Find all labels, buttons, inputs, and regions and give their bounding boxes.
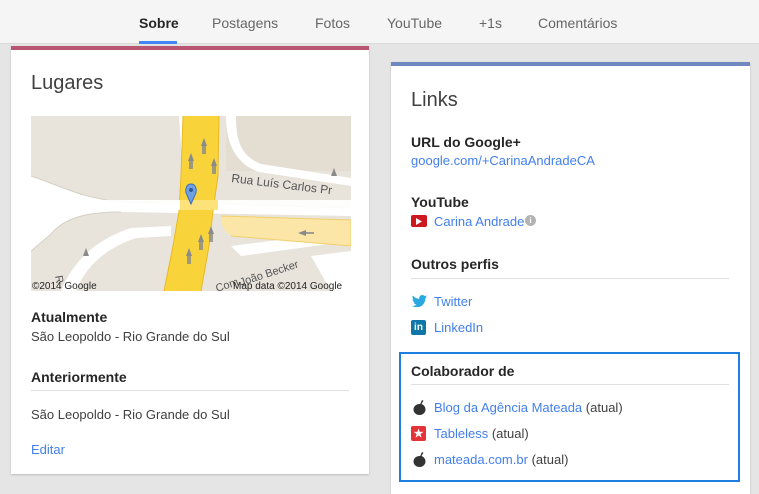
tab-comentarios[interactable]: Comentários (538, 15, 617, 31)
map-copyright: ©2014 Google (32, 281, 97, 291)
linkedin-icon: in (411, 320, 426, 335)
other-profiles-label: Outros perfis (411, 256, 499, 272)
profile-tab-bar: Sobre Postagens Fotos YouTube +1s Coment… (0, 0, 759, 44)
places-title: Lugares (31, 72, 104, 94)
youtube-icon (411, 215, 427, 227)
tab-sobre[interactable]: Sobre (139, 15, 179, 31)
map-data-credit: Map data ©2014 Google (233, 281, 343, 291)
edit-places-link[interactable]: Editar (31, 442, 65, 457)
current-place-label: Atualmente (31, 309, 108, 325)
tab-postagens[interactable]: Postagens (212, 15, 278, 31)
tab-youtube[interactable]: YouTube (387, 15, 442, 31)
google-plus-url-link[interactable]: google.com/+CarinaAndradeCA (411, 153, 595, 168)
previous-place-value: São Leopoldo - Rio Grande do Sul (31, 407, 230, 422)
places-card-accent-bar (11, 46, 369, 50)
links-title: Links (411, 89, 458, 111)
places-card: Lugares Rua Luís Carlos Pr João Becker C… (11, 46, 369, 474)
google-plus-url-label: URL do Google+ (411, 134, 521, 150)
youtube-label: YouTube (411, 194, 469, 210)
section-divider (31, 390, 349, 391)
previous-place-label: Anteriormente (31, 369, 127, 385)
twitter-link[interactable]: Twitter (434, 294, 472, 309)
contributor-highlight-box (399, 352, 740, 482)
tab-plus-ones[interactable]: +1s (479, 15, 502, 31)
linkedin-link[interactable]: LinkedIn (434, 320, 483, 335)
places-map[interactable]: Rua Luís Carlos Pr João Becker Com R ©20… (31, 116, 351, 291)
links-card-accent-bar (391, 62, 750, 66)
tab-fotos[interactable]: Fotos (315, 15, 350, 31)
section-divider (411, 278, 729, 279)
current-place-value: São Leopoldo - Rio Grande do Sul (31, 329, 230, 344)
info-icon[interactable]: i (525, 215, 536, 226)
youtube-channel-link[interactable]: Carina Andrade (434, 214, 524, 229)
active-tab-indicator (139, 41, 177, 44)
twitter-icon (411, 294, 427, 308)
